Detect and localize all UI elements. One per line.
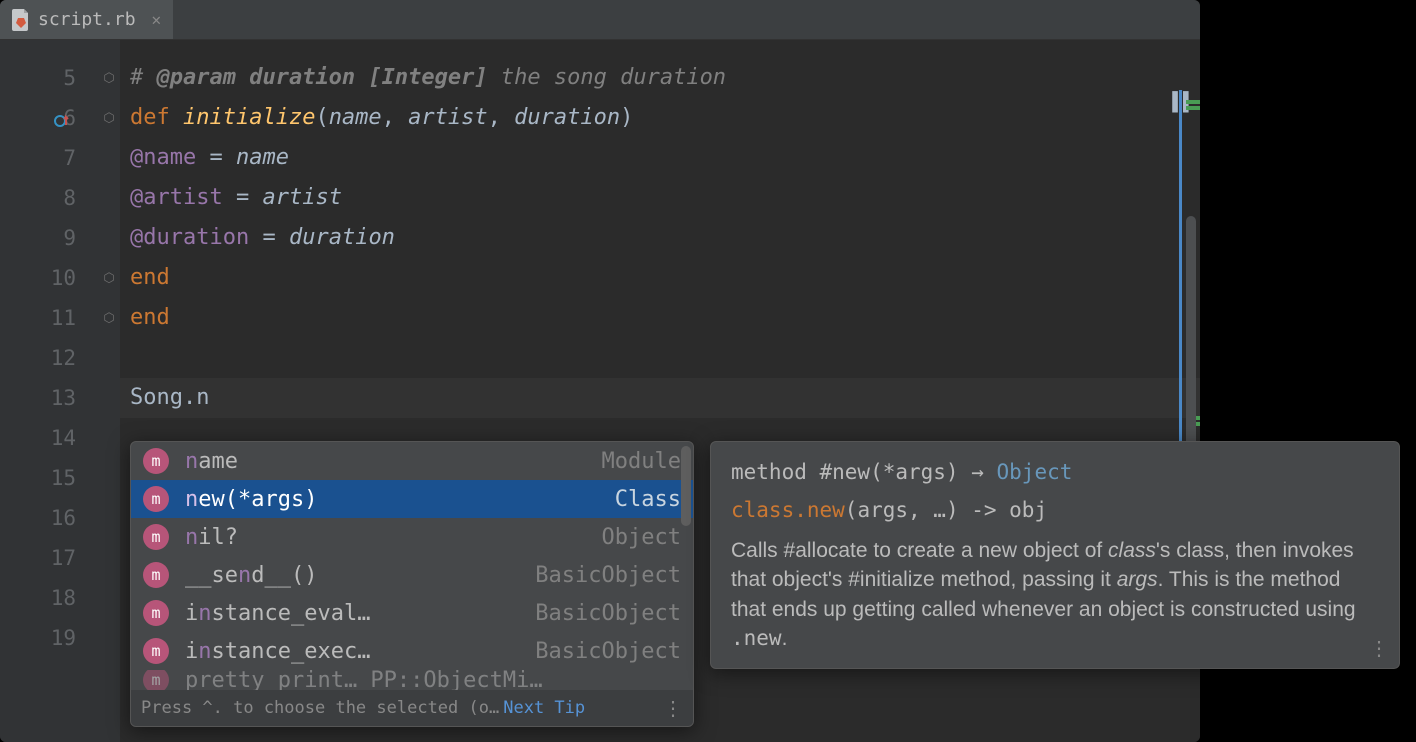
- completion-item-partial[interactable]: m pretty_print… PP::ObjectMi…: [131, 670, 693, 690]
- completion-tip-text: Press ^. to choose the selected (o…: [141, 698, 499, 718]
- line-number: 11: [0, 298, 98, 338]
- method-icon: m: [143, 448, 169, 474]
- line-number: 7: [0, 138, 98, 178]
- line-number: 15: [0, 458, 98, 498]
- method-icon: m: [143, 562, 169, 588]
- completion-list: m name Module m new(*args) Class m nil? …: [131, 442, 693, 690]
- code-line[interactable]: # @param duration [Integer] the song dur…: [120, 58, 1200, 98]
- completion-popup: m name Module m new(*args) Class m nil? …: [130, 441, 694, 727]
- code-line[interactable]: @duration = duration: [120, 218, 1200, 258]
- line-number: 16: [0, 498, 98, 538]
- completion-hint: BasicObject: [535, 601, 681, 626]
- completion-footer: Press ^. to choose the selected (o… Next…: [131, 690, 693, 726]
- fold-line: [98, 138, 120, 178]
- completion-item[interactable]: m nil? Object: [131, 518, 693, 556]
- more-menu-icon[interactable]: ⋮: [663, 696, 683, 720]
- method-icon: m: [143, 638, 169, 664]
- doc-signature: method #new(*args) → Object: [731, 460, 1379, 484]
- line-number: 5: [0, 58, 98, 98]
- completion-item[interactable]: m instance_eval… BasicObject: [131, 594, 693, 632]
- completion-scrollbar-thumb[interactable]: [681, 446, 691, 526]
- line-number: 18: [0, 578, 98, 618]
- scroll-marker-icon[interactable]: [1186, 106, 1200, 110]
- next-tip-link[interactable]: Next Tip: [503, 698, 585, 718]
- completion-hint: BasicObject: [535, 639, 681, 664]
- code-line[interactable]: end: [120, 258, 1200, 298]
- completion-hint: BasicObject: [535, 563, 681, 588]
- completion-item[interactable]: m instance_exec… BasicObject: [131, 632, 693, 670]
- doc-syntax: class.new(args, …) -> obj: [731, 498, 1379, 522]
- completion-hint: Object: [602, 525, 681, 550]
- fold-line: [98, 178, 120, 218]
- method-icon: m: [143, 600, 169, 626]
- code-line-current[interactable]: Song.n: [120, 378, 1200, 418]
- line-number: 13: [0, 378, 98, 418]
- code-line[interactable]: end: [120, 298, 1200, 338]
- line-number-gutter: 5 6 7 8 9 10 11 12 13 14 15 16 17 18 19: [0, 40, 98, 742]
- fold-handle-icon[interactable]: ⬡: [98, 298, 120, 338]
- tab-filename: script.rb: [38, 9, 136, 30]
- line-number: 8: [0, 178, 98, 218]
- line-number: 19: [0, 618, 98, 658]
- code-line[interactable]: def initialize(name, artist, duration): [120, 98, 1200, 138]
- line-number: 10: [0, 258, 98, 298]
- more-menu-icon[interactable]: ⋮: [1369, 636, 1389, 660]
- fold-line: [98, 218, 120, 258]
- line-number: 6: [0, 98, 98, 138]
- ruby-file-icon: [12, 9, 30, 31]
- completion-item[interactable]: m name Module: [131, 442, 693, 480]
- line-number: 17: [0, 538, 98, 578]
- fold-handle-icon[interactable]: ⬡: [98, 98, 120, 138]
- override-marker-icon[interactable]: [54, 110, 70, 126]
- code-line[interactable]: [120, 338, 1200, 378]
- code-line[interactable]: @name = name: [120, 138, 1200, 178]
- tab-bar: script.rb ✕: [0, 0, 1200, 40]
- fold-gutter: ⬡ ⬡ ⬡ ⬡: [98, 40, 120, 742]
- scroll-marker-icon[interactable]: [1186, 100, 1200, 104]
- completion-item-selected[interactable]: m new(*args) Class: [131, 480, 693, 518]
- editor-right-rail: [1179, 90, 1182, 488]
- doc-popup: method #new(*args) → Object class.new(ar…: [710, 441, 1400, 669]
- method-icon: m: [143, 486, 169, 512]
- line-number: 9: [0, 218, 98, 258]
- line-number: 14: [0, 418, 98, 458]
- fold-handle-icon[interactable]: ⬡: [98, 58, 120, 98]
- completion-item[interactable]: m __send__() BasicObject: [131, 556, 693, 594]
- completion-hint: Class: [615, 487, 681, 512]
- method-icon: m: [143, 524, 169, 550]
- code-line[interactable]: @artist = artist: [120, 178, 1200, 218]
- completion-hint: Module: [602, 449, 681, 474]
- file-tab[interactable]: script.rb ✕: [0, 0, 173, 39]
- doc-body: Calls #allocate to create a new object o…: [731, 536, 1379, 654]
- close-icon[interactable]: ✕: [152, 10, 162, 29]
- fold-handle-icon[interactable]: ⬡: [98, 258, 120, 298]
- line-number: 12: [0, 338, 98, 378]
- method-icon: m: [143, 670, 169, 690]
